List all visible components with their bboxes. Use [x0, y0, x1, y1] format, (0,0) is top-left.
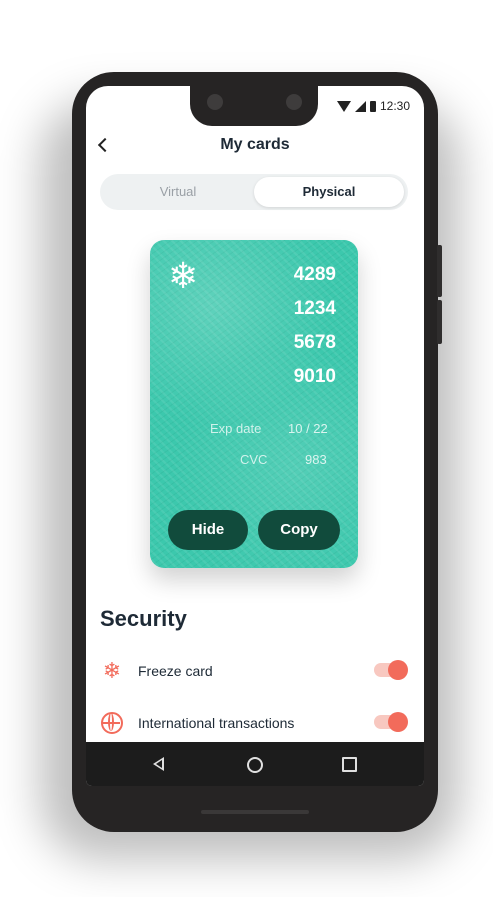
battery-icon — [369, 100, 376, 112]
front-sensor-icon — [286, 94, 302, 110]
freeze-card-row: ❄ Freeze card — [86, 656, 424, 686]
wifi-icon — [336, 100, 351, 112]
signal-icon — [354, 100, 366, 112]
card-number-group-1: 4289 — [293, 264, 336, 285]
freeze-card-toggle[interactable] — [374, 660, 408, 680]
app-header: My cards — [86, 132, 424, 162]
card-number-group-3: 5678 — [293, 332, 336, 353]
status-bar: 12:30 — [336, 99, 410, 113]
toggle-knob — [388, 712, 408, 732]
exp-date-value: 10 / 22 — [288, 421, 328, 436]
payment-card: ❄ 4289 1234 5678 9010 Exp date 10 / 22 C… — [150, 240, 358, 568]
cvc-label: CVC — [240, 452, 268, 467]
exp-date-label: Exp date — [210, 421, 262, 436]
snowflake-icon: ❄ — [168, 255, 199, 296]
security-heading: Security — [100, 606, 187, 631]
android-nav-bar — [86, 742, 424, 786]
notch — [190, 86, 318, 126]
tab-virtual[interactable]: Virtual — [104, 177, 252, 207]
back-icon-inner — [156, 760, 162, 768]
snowflake-icon: ❄ — [102, 658, 122, 683]
cvc-value: 983 — [305, 452, 327, 467]
front-camera-icon — [207, 94, 223, 110]
card-number-group-2: 1234 — [293, 298, 336, 319]
recents-icon[interactable] — [342, 757, 357, 772]
globe-icon — [101, 712, 123, 734]
speaker-grille — [201, 810, 309, 814]
card-number-group-4: 9010 — [293, 366, 336, 387]
hide-button[interactable]: Hide — [168, 510, 248, 550]
page-title: My cards — [220, 136, 290, 153]
international-transactions-row: International transactions — [86, 708, 424, 738]
international-transactions-toggle[interactable] — [374, 712, 408, 732]
card-type-switch: Virtual Physical — [100, 174, 408, 210]
status-time: 12:30 — [379, 99, 410, 113]
volume-button — [437, 245, 442, 297]
tab-physical[interactable]: Physical — [254, 177, 404, 207]
copy-button[interactable]: Copy — [258, 510, 340, 550]
home-icon[interactable] — [247, 757, 263, 773]
freeze-card-label: Freeze card — [138, 663, 213, 679]
toggle-knob — [388, 660, 408, 680]
power-button — [437, 300, 442, 344]
international-transactions-label: International transactions — [138, 715, 295, 731]
phone-screen: 12:30 My cards Virtual Physical ❄ 4289 1… — [86, 86, 424, 786]
